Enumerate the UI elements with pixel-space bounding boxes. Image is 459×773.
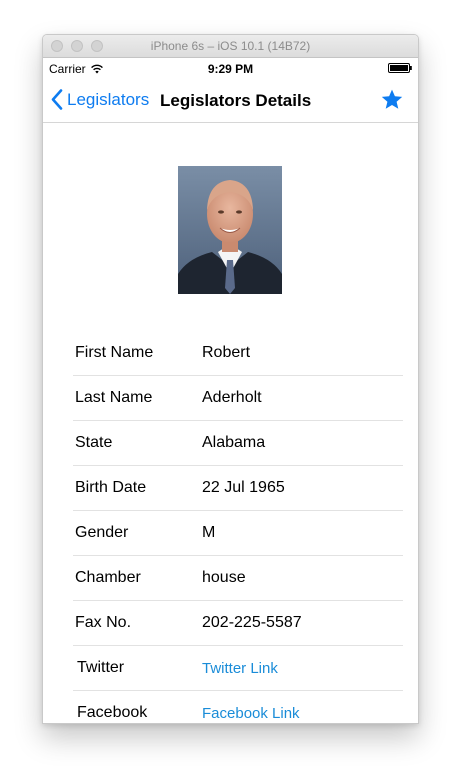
stage: iPhone 6s – iOS 10.1 (14B72) Carrier 9:2… bbox=[0, 0, 459, 773]
detail-label: Fax No. bbox=[75, 614, 132, 631]
detail-label: Last Name bbox=[75, 389, 153, 406]
detail-label: Gender bbox=[75, 524, 129, 541]
facebook-link[interactable]: Facebook Link bbox=[202, 705, 300, 722]
detail-label: Facebook bbox=[77, 704, 148, 721]
detail-label: Twitter bbox=[77, 659, 125, 676]
detail-row-birth-date: Birth Date 22 Jul 1965 bbox=[73, 466, 403, 511]
status-bar: Carrier 9:29 PM bbox=[43, 58, 418, 78]
detail-label: Birth Date bbox=[75, 479, 147, 496]
detail-label: First Name bbox=[75, 344, 154, 361]
chevron-left-icon bbox=[51, 89, 63, 110]
twitter-link[interactable]: Twitter Link bbox=[202, 660, 278, 677]
star-icon[interactable] bbox=[380, 88, 404, 112]
detail-row-last-name: Last Name Aderholt bbox=[73, 376, 403, 421]
detail-row-chamber: Chamber house bbox=[73, 556, 403, 601]
legislator-photo bbox=[178, 166, 282, 294]
status-time: 9:29 PM bbox=[207, 62, 254, 76]
details-list: First Name Robert Last Name Aderholt Sta… bbox=[73, 331, 403, 723]
detail-row-state: State Alabama bbox=[73, 421, 403, 466]
back-button-label: Legislators bbox=[67, 89, 150, 109]
detail-row-fax: Fax No. 202-225-5587 bbox=[73, 601, 403, 646]
detail-value: Alabama bbox=[202, 434, 266, 451]
detail-label: State bbox=[75, 434, 113, 451]
detail-value: M bbox=[202, 524, 216, 541]
detail-row-gender: Gender M bbox=[73, 511, 403, 556]
detail-row-facebook: Facebook Facebook Link bbox=[73, 691, 403, 723]
battery-icon bbox=[388, 63, 412, 73]
detail-value: Robert bbox=[202, 344, 251, 361]
detail-row-twitter: Twitter Twitter Link bbox=[73, 646, 403, 691]
back-button[interactable]: Legislators bbox=[51, 89, 149, 110]
simulator-window: iPhone 6s – iOS 10.1 (14B72) Carrier 9:2… bbox=[42, 34, 419, 724]
detail-label: Chamber bbox=[75, 569, 141, 586]
page-title: Legislators Details bbox=[160, 91, 312, 110]
detail-value: Aderholt bbox=[202, 389, 262, 406]
detail-value: 22 Jul 1965 bbox=[202, 479, 285, 496]
detail-row-first-name: First Name Robert bbox=[73, 331, 403, 376]
window-title: iPhone 6s – iOS 10.1 (14B72) bbox=[150, 39, 311, 53]
navigation-bar: Legislators Legislators Details bbox=[43, 78, 418, 123]
detail-value: house bbox=[202, 569, 246, 586]
detail-value: 202-225-5587 bbox=[202, 614, 302, 631]
window-titlebar[interactable]: iPhone 6s – iOS 10.1 (14B72) bbox=[43, 35, 418, 58]
